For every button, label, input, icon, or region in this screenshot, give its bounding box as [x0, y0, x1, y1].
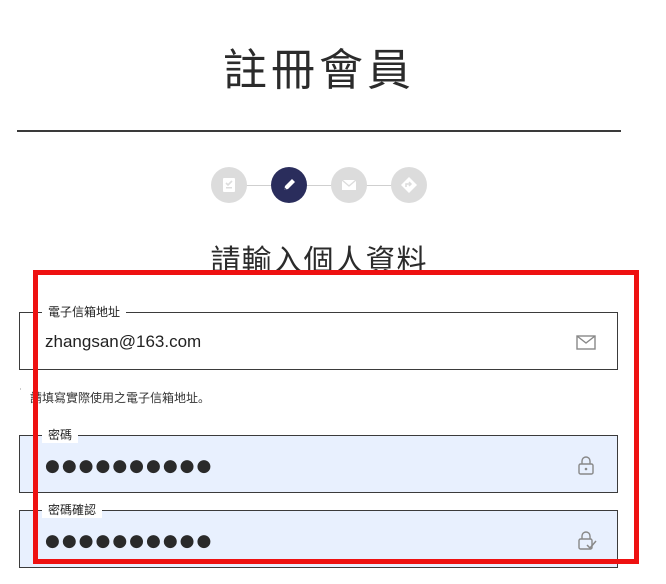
envelope-icon — [341, 179, 357, 190]
step-3-envelope[interactable] — [331, 167, 367, 203]
step-2-pencil[interactable] — [271, 167, 307, 203]
pencil-icon — [284, 179, 295, 190]
checklist-icon — [223, 178, 235, 192]
email-label: 電子信箱地址 — [42, 304, 127, 320]
stepper-connector — [229, 185, 411, 186]
diamond-arrow-icon — [401, 177, 417, 193]
hint-marker: ˙ — [18, 388, 23, 399]
password-label: 密碼 — [42, 427, 79, 443]
password-confirm-label: 密碼確認 — [42, 502, 103, 518]
section-subtitle: 請輸入個人資料 — [210, 244, 428, 279]
password-confirm-value[interactable]: ●●●●●●●●●● — [45, 531, 213, 551]
password-value[interactable]: ●●●●●●●●●● — [45, 456, 213, 476]
step-4-diamond[interactable] — [391, 167, 427, 203]
email-hint: 請填寫實際使用之電子信箱地址。 — [30, 391, 211, 405]
title-divider — [17, 130, 621, 132]
email-field[interactable]: 電子信箱地址 zhangsan@163.com — [19, 304, 618, 370]
password-confirm-field[interactable]: 密碼確認 ●●●●●●●●●● — [19, 502, 618, 568]
step-1-checklist[interactable] — [211, 167, 247, 203]
email-value[interactable]: zhangsan@163.com — [45, 332, 201, 352]
lock-check-icon — [578, 531, 597, 550]
envelope-icon — [576, 335, 596, 350]
lock-icon — [578, 456, 594, 475]
page-title: 註冊會員 — [223, 45, 415, 96]
password-field[interactable]: 密碼 ●●●●●●●●●● — [19, 427, 618, 493]
